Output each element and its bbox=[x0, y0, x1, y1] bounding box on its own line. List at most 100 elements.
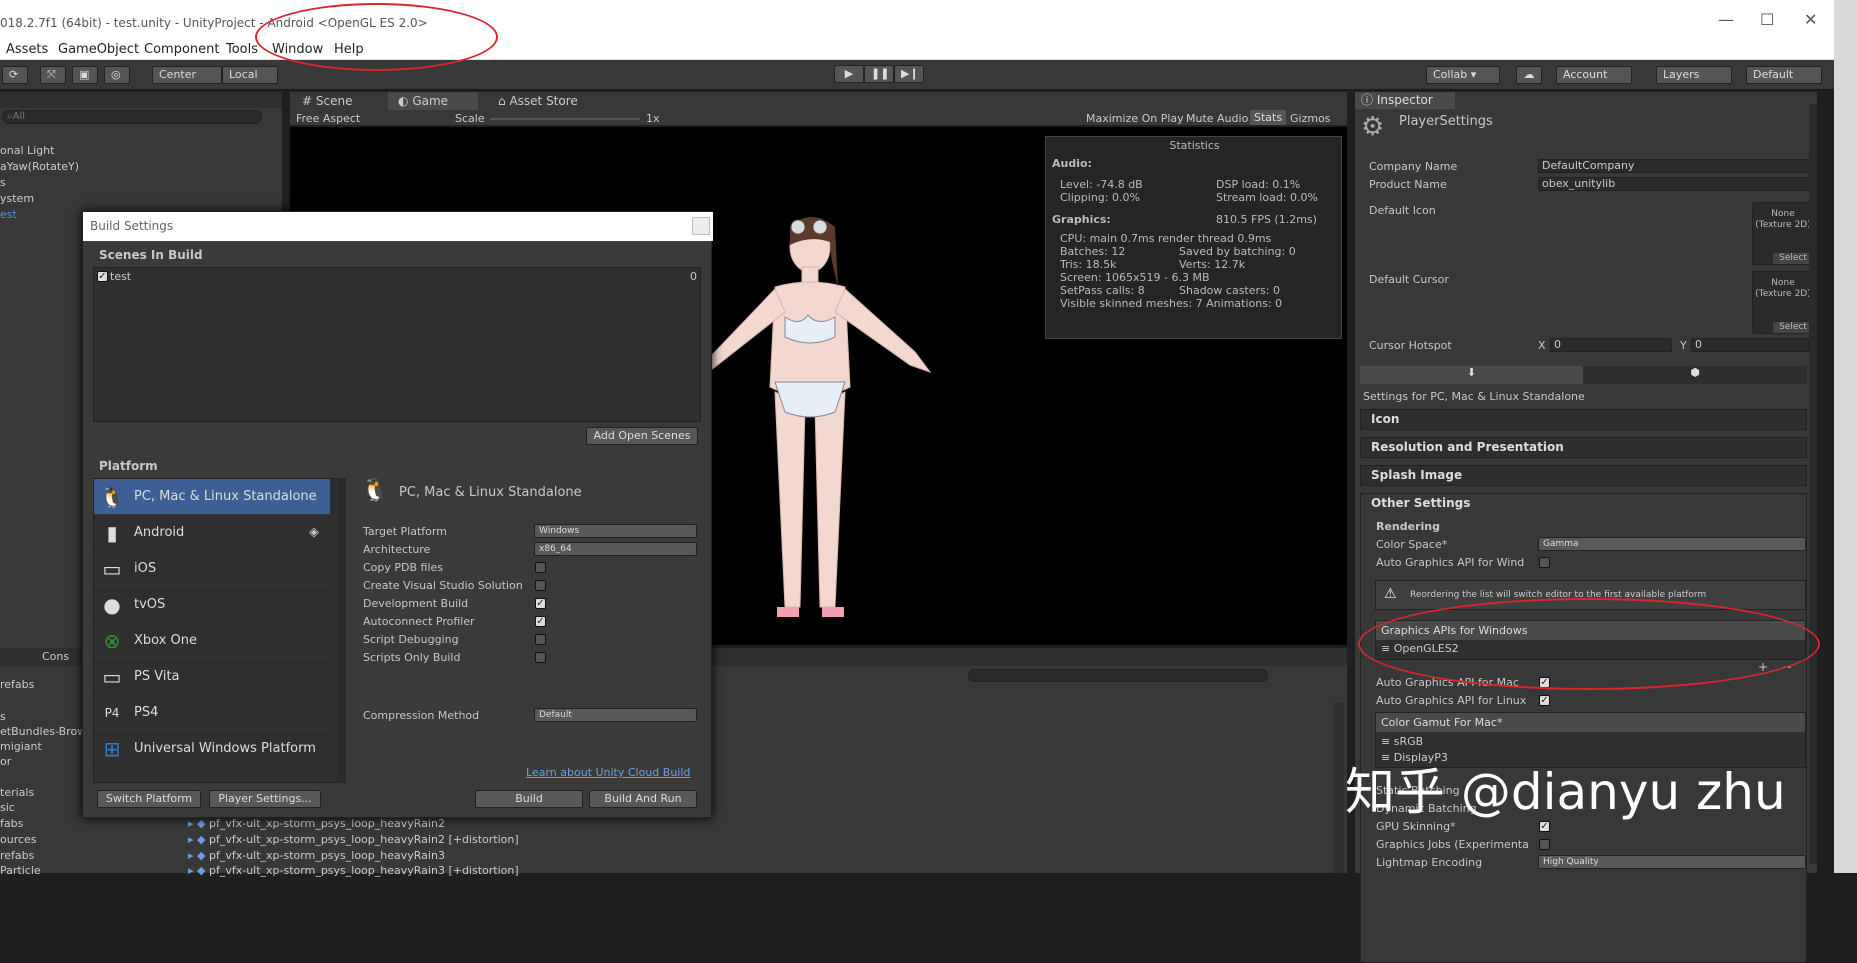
architecture-dropdown[interactable]: x86_64 bbox=[534, 542, 697, 556]
select-button[interactable]: Select bbox=[1773, 253, 1813, 264]
build-button[interactable]: Build bbox=[475, 790, 583, 808]
rect-tool-icon[interactable]: ▣ bbox=[72, 66, 98, 84]
hotspot-x-input[interactable]: 0 bbox=[1550, 338, 1672, 352]
lightmap-encoding-dropdown[interactable]: High Quality bbox=[1538, 855, 1806, 869]
dev-build-checkbox[interactable]: ✓ bbox=[535, 598, 546, 609]
file-row[interactable]: ▸ ◆ pf_vfx-ult_xp-storm_psys_loop_heavyR… bbox=[188, 817, 445, 830]
auto-graphics-win-checkbox[interactable] bbox=[1539, 557, 1550, 568]
scale-slider[interactable] bbox=[490, 118, 640, 120]
tab-game[interactable]: ◐ Game bbox=[388, 92, 478, 110]
mute-audio-toggle[interactable]: Mute Audio bbox=[1186, 112, 1248, 125]
project-scrollbar[interactable] bbox=[1334, 703, 1344, 873]
copy-pdb-checkbox[interactable] bbox=[535, 562, 546, 573]
folder-item[interactable]: ources bbox=[0, 833, 37, 846]
platform-scrollbar[interactable] bbox=[338, 478, 346, 783]
file-row[interactable]: ▸ ◆ pf_vfx-ult_xp-storm_psys_loop_heavyR… bbox=[188, 833, 519, 846]
graphics-jobs-checkbox[interactable] bbox=[1539, 839, 1550, 850]
menu-tools[interactable]: Tools bbox=[226, 42, 258, 57]
account-dropdown[interactable]: Account bbox=[1556, 66, 1632, 84]
platform-item-tvos[interactable]: ● tvOS bbox=[94, 587, 330, 623]
file-row[interactable]: ▸ ◆ pf_vfx-ult_xp-storm_psys_loop_heavyR… bbox=[188, 849, 445, 862]
project-search-input[interactable] bbox=[968, 669, 1268, 682]
platform-item-ps4[interactable]: P4 PS4 bbox=[94, 695, 330, 731]
build-close-button[interactable] bbox=[692, 217, 710, 235]
tab-scene[interactable]: # Scene bbox=[292, 92, 362, 110]
inspector-scrollbar[interactable] bbox=[1809, 104, 1817, 864]
scripts-only-checkbox[interactable] bbox=[535, 652, 546, 663]
menu-gameobject[interactable]: GameObject bbox=[58, 42, 139, 57]
default-cursor-field[interactable]: None (Texture 2D) Select bbox=[1752, 271, 1814, 334]
folder-item[interactable]: or bbox=[0, 755, 11, 768]
gamut-item-srgb[interactable]: ≡ sRGB bbox=[1381, 735, 1423, 748]
create-vs-checkbox[interactable] bbox=[535, 580, 546, 591]
folder-item[interactable]: refabs bbox=[0, 678, 34, 691]
script-debug-checkbox[interactable] bbox=[535, 634, 546, 645]
maximize-on-play-toggle[interactable]: Maximize On Play bbox=[1086, 112, 1184, 125]
hierarchy-search-input[interactable]: ⌕All bbox=[2, 110, 262, 124]
aspect-dropdown[interactable]: Free Aspect bbox=[296, 112, 360, 125]
hierarchy-item[interactable]: aYaw(RotateY) bbox=[0, 160, 79, 173]
folder-item[interactable]: migiant bbox=[0, 740, 42, 753]
folder-item[interactable]: sic bbox=[0, 801, 15, 814]
platform-item-android[interactable]: ▮ Android ◈ bbox=[94, 515, 330, 551]
platform-item-ios[interactable]: ▭ iOS bbox=[94, 551, 330, 587]
pause-icon[interactable]: ❚❚ bbox=[864, 65, 894, 83]
tab-asset-store[interactable]: ⌂ Asset Store bbox=[488, 92, 588, 110]
section-icon[interactable]: Icon bbox=[1360, 409, 1807, 430]
cloud-icon[interactable]: ☁ bbox=[1516, 66, 1542, 84]
platform-item-standalone[interactable]: 🐧 PC, Mac & Linux Standalone bbox=[94, 479, 330, 515]
collab-button[interactable]: Collab ▾ bbox=[1426, 66, 1500, 84]
target-platform-dropdown[interactable]: Windows bbox=[534, 524, 697, 538]
folder-item[interactable]: Particle bbox=[0, 864, 41, 877]
add-open-scenes-button[interactable]: Add Open Scenes bbox=[586, 427, 698, 445]
product-name-input[interactable]: obex_unitylib bbox=[1538, 177, 1810, 191]
hierarchy-item[interactable]: s bbox=[0, 176, 6, 189]
play-icon[interactable]: ▶ bbox=[834, 65, 864, 83]
maximize-button[interactable]: ☐ bbox=[1760, 10, 1774, 29]
menu-component[interactable]: Component bbox=[144, 42, 219, 57]
file-row[interactable]: ▸ ◆ pf_vfx-ult_xp-storm_psys_loop_heavyR… bbox=[188, 864, 519, 877]
stats-toggle[interactable]: Stats bbox=[1250, 110, 1287, 125]
auto-graphics-linux-checkbox[interactable]: ✓ bbox=[1539, 695, 1550, 706]
hierarchy-item[interactable]: est bbox=[0, 208, 17, 221]
menu-assets[interactable]: Assets bbox=[6, 42, 48, 57]
tab-android-settings[interactable]: ⬢ bbox=[1583, 366, 1807, 384]
scene-name[interactable]: test bbox=[110, 270, 131, 283]
platform-item-uwp[interactable]: ⊞ Universal Windows Platform bbox=[94, 731, 330, 767]
folder-item[interactable]: refabs bbox=[0, 849, 34, 862]
folder-item[interactable]: etBundles-Brow bbox=[0, 725, 86, 738]
minimize-button[interactable]: — bbox=[1718, 10, 1734, 29]
transform-tool-icon[interactable]: ◎ bbox=[104, 66, 130, 84]
hotspot-y-input[interactable]: 0 bbox=[1691, 338, 1809, 352]
section-resolution[interactable]: Resolution and Presentation bbox=[1360, 437, 1807, 458]
folder-item[interactable]: terials bbox=[0, 786, 34, 799]
section-splash[interactable]: Splash Image bbox=[1360, 465, 1807, 486]
layout-dropdown[interactable]: Default bbox=[1746, 66, 1822, 84]
learn-cloud-build-link[interactable]: Learn about Unity Cloud Build bbox=[526, 766, 690, 779]
close-button[interactable]: ✕ bbox=[1804, 10, 1817, 29]
autoconnect-checkbox[interactable]: ✓ bbox=[535, 616, 546, 627]
scale-tool-icon[interactable]: ⤧ bbox=[40, 66, 66, 84]
tab-inspector[interactable]: ⓘ Inspector bbox=[1355, 92, 1455, 109]
scene-checkbox[interactable]: ✓ bbox=[97, 271, 108, 282]
folder-item[interactable]: fabs bbox=[0, 817, 23, 830]
hierarchy-item[interactable]: ystem bbox=[0, 192, 34, 205]
pivot-center-button[interactable]: Center bbox=[152, 66, 222, 84]
folder-item[interactable]: s bbox=[0, 710, 6, 723]
default-icon-field[interactable]: None (Texture 2D) Select bbox=[1752, 202, 1814, 265]
platform-item-xbox[interactable]: ⊗ Xbox One bbox=[94, 623, 330, 659]
player-settings-button[interactable]: Player Settings... bbox=[209, 790, 321, 808]
company-name-input[interactable]: DefaultCompany bbox=[1538, 159, 1810, 173]
hierarchy-item[interactable]: onal Light bbox=[0, 144, 54, 157]
platform-item-psvita[interactable]: ▭ PS Vita bbox=[94, 659, 330, 695]
tab-standalone-settings[interactable]: ⬇ bbox=[1360, 366, 1583, 384]
step-icon[interactable]: ▶❙ bbox=[894, 65, 924, 83]
rotate-tool-icon[interactable]: ⟳ bbox=[2, 66, 28, 84]
color-space-dropdown[interactable]: Gamma bbox=[1538, 537, 1806, 551]
layers-dropdown[interactable]: Layers bbox=[1656, 66, 1732, 84]
compression-dropdown[interactable]: Default bbox=[534, 708, 697, 722]
build-and-run-button[interactable]: Build And Run bbox=[589, 790, 697, 808]
switch-platform-button[interactable]: Switch Platform bbox=[97, 790, 201, 808]
pivot-local-button[interactable]: Local bbox=[222, 66, 278, 84]
gizmos-dropdown[interactable]: Gizmos bbox=[1290, 112, 1331, 125]
